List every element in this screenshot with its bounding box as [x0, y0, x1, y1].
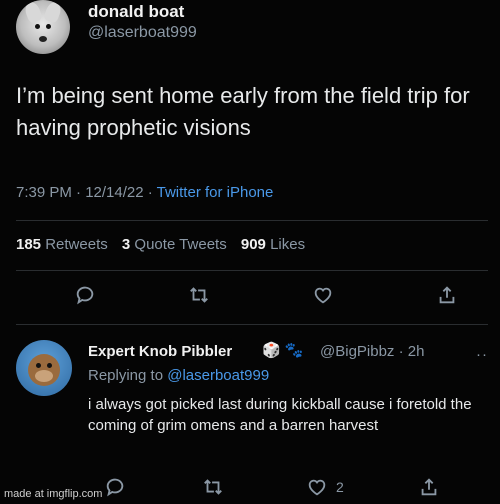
tweet-timestamp[interactable]: 7:39 PM · 12/14/22 · [16, 184, 157, 201]
author-display-name[interactable]: donald boat [88, 2, 184, 22]
likes-stat[interactable]: 909 Likes [241, 236, 305, 253]
like-icon[interactable] [310, 282, 336, 308]
imgflip-watermark: made at imgflip.com [4, 488, 103, 500]
reply-text: i always got picked last during kickball… [88, 396, 472, 434]
divider [16, 270, 488, 271]
retweet-icon[interactable] [200, 474, 226, 500]
retweets-stat[interactable]: 185 Retweets [16, 236, 108, 253]
divider [16, 324, 488, 325]
reply-author-avatar[interactable] [16, 340, 72, 396]
like-icon[interactable] [304, 474, 330, 500]
reply-like-count: 2 [336, 479, 344, 495]
tweet-action-bar [0, 282, 500, 312]
retweet-icon[interactable] [186, 282, 212, 308]
share-icon[interactable] [434, 282, 460, 308]
replying-to-handle[interactable]: @laserboat999 [167, 367, 269, 384]
tweet-meta: 7:39 PM · 12/14/22 · Twitter for iPhone [16, 184, 273, 201]
tweet-text: I’m being sent home early from the field… [16, 83, 470, 140]
reply-handle-time[interactable]: @BigPibbz · 2h [320, 343, 424, 360]
replying-to: Replying to @laserboat999 [88, 367, 270, 384]
divider [16, 220, 488, 221]
reply-icon[interactable] [72, 282, 98, 308]
share-icon[interactable] [416, 474, 442, 500]
reply-display-name[interactable]: Expert Knob Pibbler [88, 343, 232, 360]
quote-tweets-stat[interactable]: 3 Quote Tweets [122, 236, 227, 253]
reply-name-badges: 🎲 🐾 [262, 342, 304, 359]
tweet-stats: 185 Retweets 3 Quote Tweets 909 Likes [16, 236, 305, 253]
reply-icon[interactable] [102, 474, 128, 500]
tweet-source[interactable]: Twitter for iPhone [157, 184, 274, 201]
more-options-icon[interactable]: ·· [476, 346, 488, 363]
author-avatar[interactable] [16, 0, 70, 54]
author-handle[interactable]: @laserboat999 [88, 24, 197, 42]
